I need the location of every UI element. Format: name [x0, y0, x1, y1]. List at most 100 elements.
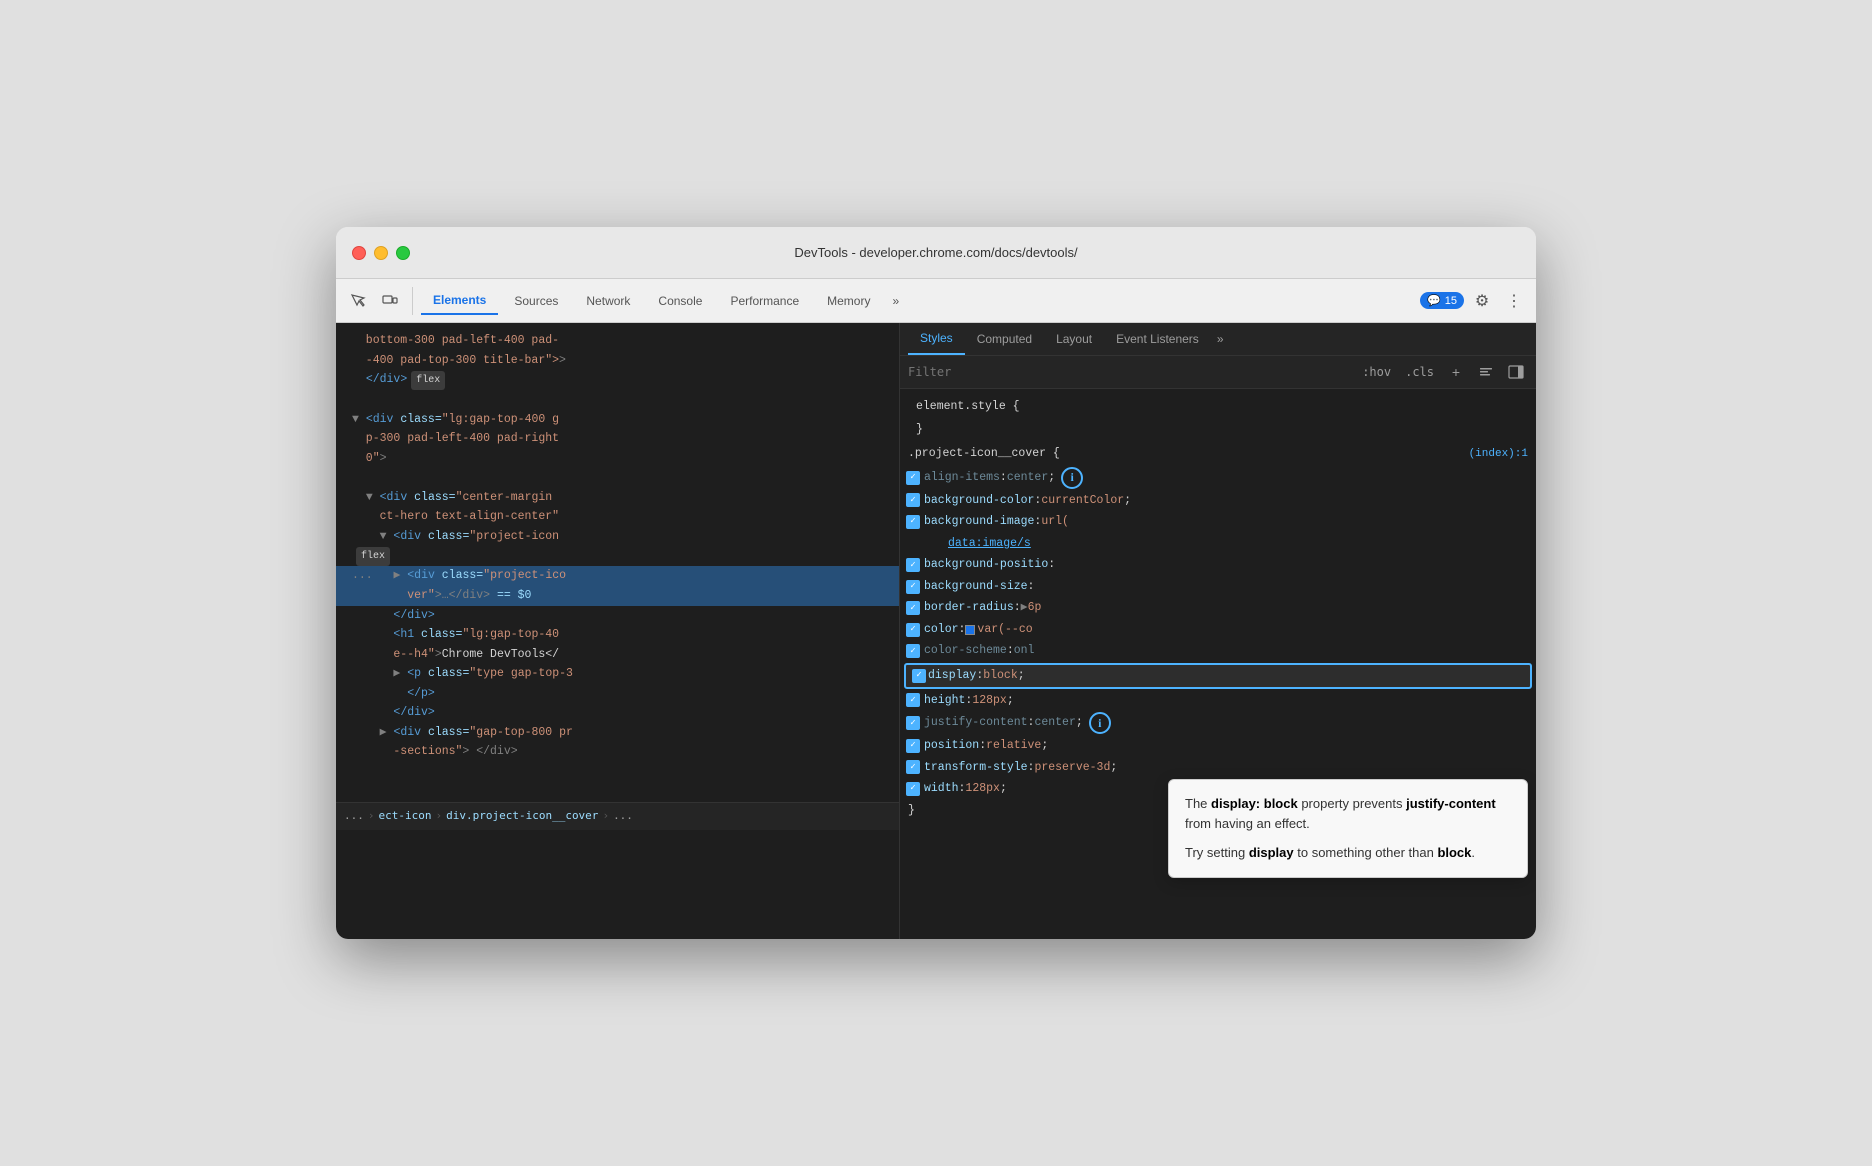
css-prop-color-scheme: color-scheme : onl — [900, 640, 1536, 662]
prop-value-display: block — [983, 666, 1018, 686]
add-style-rule-button[interactable]: + — [1444, 360, 1468, 384]
background-size-checkbox[interactable] — [906, 580, 920, 594]
css-prop-data-url: data:image/s — [900, 533, 1536, 555]
color-swatch[interactable] — [965, 625, 975, 635]
tooltip-popup: The display: block property prevents jus… — [1168, 779, 1528, 878]
tab-event-listeners[interactable]: Event Listeners — [1104, 324, 1211, 354]
html-line — [336, 468, 899, 488]
badge-count: 15 — [1445, 295, 1457, 307]
css-prop-background-size: background-size : — [900, 576, 1536, 598]
toggle-sidebar-icon[interactable] — [1504, 360, 1528, 384]
breadcrumb-item-cover[interactable]: div.project-icon__cover — [446, 807, 598, 826]
select-element-icon[interactable] — [344, 287, 372, 315]
minimize-button[interactable] — [374, 246, 388, 260]
prop-name-align-items: align-items — [924, 468, 1000, 488]
tab-network[interactable]: Network — [574, 288, 642, 314]
border-radius-checkbox[interactable] — [906, 601, 920, 615]
breadcrumb-sep: › — [368, 807, 375, 826]
html-line: ▼ <div class="lg:gap-top-400 g — [336, 410, 899, 430]
html-line: e--h4">Chrome DevTools</ — [336, 645, 899, 665]
element-style-close: } — [908, 419, 1528, 441]
breadcrumb-bar: ... › ect-icon › div.project-icon__cover… — [336, 802, 899, 830]
prop-value-align-items: center — [1007, 468, 1048, 488]
more-options-icon[interactable]: ⋮ — [1500, 287, 1528, 315]
background-position-checkbox[interactable] — [906, 558, 920, 572]
position-checkbox[interactable] — [906, 739, 920, 753]
html-line: -sections"> </div> — [336, 742, 899, 762]
justify-content-checkbox[interactable] — [906, 716, 920, 730]
html-line: p-300 pad-left-400 pad-right — [336, 429, 899, 449]
height-checkbox[interactable] — [906, 693, 920, 707]
css-rule-project-icon-cover: .project-icon__cover { (index):1 align-i… — [900, 442, 1536, 821]
transform-style-checkbox[interactable] — [906, 760, 920, 774]
background-image-checkbox[interactable] — [906, 515, 920, 529]
tab-console[interactable]: Console — [646, 288, 714, 314]
filter-actions: :hov .cls + — [1358, 360, 1528, 384]
width-checkbox[interactable] — [906, 782, 920, 796]
prop-value-background-color: currentColor — [1041, 491, 1124, 511]
border-radius-triangle[interactable]: ▶ — [1021, 598, 1028, 618]
color-scheme-checkbox[interactable] — [906, 644, 920, 658]
css-prop-height: height : 128px ; — [900, 690, 1536, 712]
prop-name-display: display — [928, 666, 976, 686]
prop-name-background-size: background-size — [924, 577, 1028, 597]
tab-styles[interactable]: Styles — [908, 323, 965, 355]
tab-sources[interactable]: Sources — [502, 288, 570, 314]
tab-performance[interactable]: Performance — [718, 288, 811, 314]
css-prop-display: display : block ; — [904, 663, 1532, 689]
html-line: </p> — [336, 684, 899, 704]
align-items-checkbox[interactable] — [906, 471, 920, 485]
html-line: ▼ <div class="project-icon — [336, 527, 899, 547]
prop-name-width: width — [924, 779, 959, 799]
prop-name-background-position: background-positio — [924, 555, 1048, 575]
align-items-info-icon[interactable]: i — [1061, 467, 1083, 489]
html-line: ver">…</div> == $0 — [336, 586, 899, 606]
cls-button[interactable]: .cls — [1401, 363, 1438, 381]
html-line: </div> — [336, 703, 899, 723]
filter-input[interactable] — [908, 365, 1350, 379]
window-title: DevTools - developer.chrome.com/docs/dev… — [794, 245, 1077, 260]
tooltip-line2: Try setting display to something other t… — [1185, 843, 1511, 863]
color-checkbox[interactable] — [906, 623, 920, 637]
breadcrumb-sep3: › — [602, 807, 609, 826]
tooltip-line1: The display: block property prevents jus… — [1185, 794, 1511, 833]
prop-name-transform-style: transform-style — [924, 758, 1028, 778]
main-content: bottom-300 pad-left-400 pad- -400 pad-to… — [336, 323, 1536, 939]
html-line: -400 pad-top-300 title-bar">> — [336, 351, 899, 371]
prop-value-color: var(--co — [977, 620, 1032, 640]
breadcrumb-item-icon[interactable]: ect-icon — [379, 807, 432, 826]
traffic-lights — [352, 246, 410, 260]
html-panel[interactable]: bottom-300 pad-left-400 pad- -400 pad-to… — [336, 323, 900, 939]
css-content[interactable]: element.style { } .project-icon__cover {… — [900, 389, 1536, 939]
tooltip-bold-justify-content: justify-content — [1406, 796, 1496, 811]
css-source[interactable]: (index):1 — [1469, 445, 1528, 464]
new-style-rule-icon[interactable] — [1474, 360, 1498, 384]
notifications-badge[interactable]: 💬 15 — [1420, 292, 1464, 309]
device-toggle-icon[interactable] — [376, 287, 404, 315]
tab-elements[interactable]: Elements — [421, 287, 498, 315]
hov-button[interactable]: :hov — [1358, 363, 1395, 381]
top-toolbar: Elements Sources Network Console Perform… — [336, 279, 1536, 323]
data-url-link[interactable]: data:image/s — [948, 534, 1031, 554]
breadcrumb-ellipsis: ... — [344, 807, 364, 826]
tab-layout[interactable]: Layout — [1044, 324, 1104, 354]
more-style-tabs[interactable]: » — [1211, 328, 1230, 350]
html-line: ct-hero text-align-center" — [336, 507, 899, 527]
justify-content-info-icon[interactable]: i — [1089, 712, 1111, 734]
prop-name-background-color: background-color — [924, 491, 1034, 511]
background-color-checkbox[interactable] — [906, 493, 920, 507]
css-prop-color: color : var(--co — [900, 619, 1536, 641]
css-prop-justify-content: justify-content : center ; i — [900, 711, 1536, 735]
tab-computed[interactable]: Computed — [965, 324, 1044, 354]
tab-memory[interactable]: Memory — [815, 288, 882, 314]
css-rule-header: .project-icon__cover { (index):1 — [900, 442, 1536, 466]
close-button[interactable] — [352, 246, 366, 260]
html-line: 0"> — [336, 449, 899, 469]
maximize-button[interactable] — [396, 246, 410, 260]
prop-value-width: 128px — [965, 779, 1000, 799]
prop-value-color-scheme: onl — [1014, 641, 1035, 661]
toolbar-divider — [412, 287, 413, 315]
more-tabs-button[interactable]: » — [886, 290, 905, 312]
settings-icon[interactable]: ⚙ — [1468, 287, 1496, 315]
display-checkbox[interactable] — [912, 669, 926, 683]
